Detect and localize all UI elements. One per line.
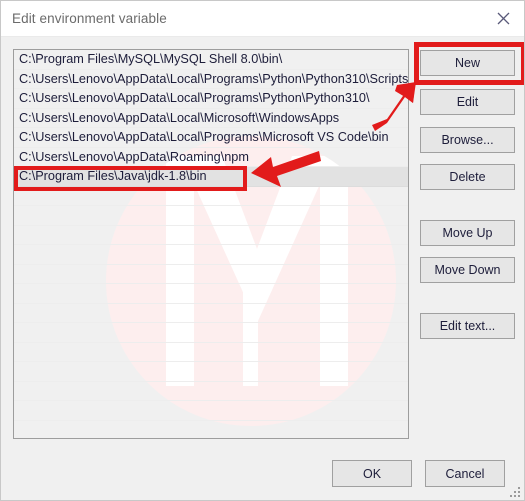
edit-button[interactable]: Edit <box>420 89 515 115</box>
move-up-button[interactable]: Move Up <box>420 220 515 246</box>
title-bar: Edit environment variable <box>1 1 524 37</box>
resize-grip-icon[interactable] <box>509 485 521 497</box>
list-item-empty[interactable] <box>14 421 408 439</box>
list-item-empty[interactable] <box>14 245 408 265</box>
cancel-button[interactable]: Cancel <box>425 460 505 487</box>
list-item-empty[interactable] <box>14 343 408 362</box>
list-item[interactable]: C:\Users\Lenovo\AppData\Local\Programs\M… <box>14 128 408 148</box>
close-button[interactable] <box>481 1 524 35</box>
page-title: Edit environment variable <box>12 11 167 26</box>
list-item[interactable]: C:\Users\Lenovo\AppData\Local\Programs\P… <box>14 89 408 109</box>
list-item-empty[interactable] <box>14 382 408 401</box>
list-item[interactable]: C:\Users\Lenovo\AppData\Local\Programs\P… <box>14 70 408 89</box>
list-item-empty[interactable] <box>14 362 408 382</box>
list-item-selected[interactable]: C:\Program Files\Java\jdk-1.8\bin <box>14 167 408 187</box>
list-item-empty[interactable] <box>14 304 408 323</box>
edit-text-button[interactable]: Edit text... <box>420 313 515 339</box>
list-item-empty[interactable] <box>14 284 408 304</box>
edit-environment-variable-dialog: Edit environment variable C:\Program Fil… <box>0 0 525 501</box>
list-item-empty[interactable] <box>14 206 408 226</box>
list-item[interactable]: C:\Users\Lenovo\AppData\Roaming\npm <box>14 148 408 167</box>
close-x-icon <box>497 12 510 25</box>
list-item-empty[interactable] <box>14 323 408 343</box>
list-item-empty[interactable] <box>14 187 408 206</box>
list-item[interactable]: C:\Users\Lenovo\AppData\Local\Microsoft\… <box>14 109 408 128</box>
path-list[interactable]: C:\Program Files\MySQL\MySQL Shell 8.0\b… <box>13 49 409 439</box>
list-item[interactable]: C:\Program Files\MySQL\MySQL Shell 8.0\b… <box>14 50 408 70</box>
new-button[interactable]: New <box>420 50 515 76</box>
list-item-empty[interactable] <box>14 265 408 284</box>
delete-button[interactable]: Delete <box>420 164 515 190</box>
browse-button[interactable]: Browse... <box>420 127 515 153</box>
ok-button[interactable]: OK <box>332 460 412 487</box>
list-item-empty[interactable] <box>14 226 408 245</box>
list-item-empty[interactable] <box>14 401 408 421</box>
move-down-button[interactable]: Move Down <box>420 257 515 283</box>
